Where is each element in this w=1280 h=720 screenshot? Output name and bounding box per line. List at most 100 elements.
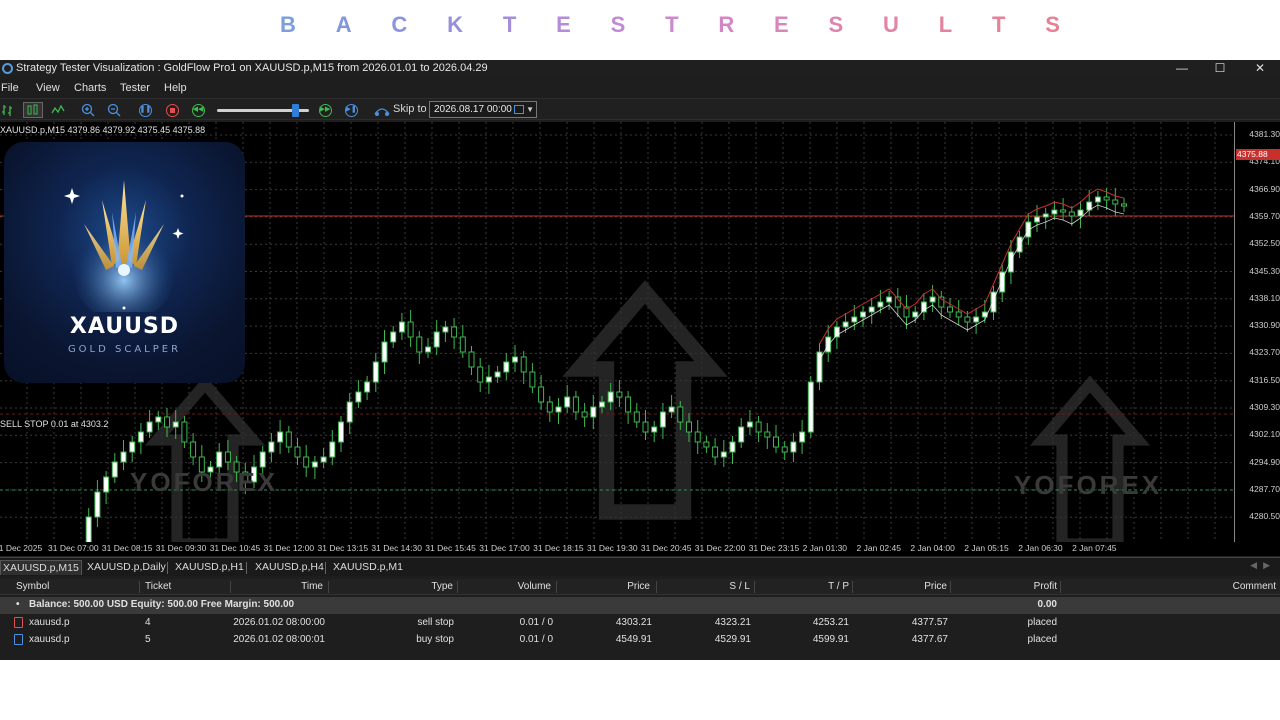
col-price[interactable]: Price [627,581,650,592]
fast-forward-icon[interactable]: ▶▶ [317,102,333,118]
menu-file[interactable]: File [1,82,19,94]
candle-body [1042,213,1049,218]
line-chart-icon[interactable] [50,102,66,118]
banner-letter: E [774,12,789,37]
banner-letter: T [665,12,679,37]
cell-symbol: xauusd.p [29,617,70,628]
bar-chart-icon[interactable] [0,102,16,118]
menu-charts[interactable]: Charts [74,82,106,94]
candle-body [973,316,980,323]
cell-tp: 4253.21 [812,617,849,628]
banner-letter: B [280,12,296,37]
candle-body [746,421,753,428]
time-tick-label: 2 Jan 02:45 [856,543,901,553]
rewind-icon[interactable]: ◀◀ [190,102,206,118]
tab-scroll-arrows[interactable]: ◀▶ [1250,560,1276,571]
col-volume[interactable]: Volume [518,581,551,592]
candle-body [729,441,736,453]
tab-h4[interactable]: XAUUSD.p,H4 [253,560,326,575]
candle-body [955,311,962,318]
col-divider [852,581,853,593]
menu-tester[interactable]: Tester [120,82,150,94]
banner: BACKTESTRESULTS [0,0,1280,60]
col-tp[interactable]: T / P [828,581,849,592]
col-current-price[interactable]: Price [924,581,947,592]
candle-body [451,326,458,338]
candle-body [468,351,475,368]
zoom-out-icon[interactable] [106,102,122,118]
candle-body [224,451,231,463]
cell-time: 2026.01.02 08:00:01 [233,634,325,645]
candle-body [390,331,397,343]
chevron-down-icon[interactable]: ▼ [526,102,534,117]
col-divider [1060,581,1061,593]
time-tick-label: 31 Dec 19:30 [587,543,638,553]
candle-body [538,386,545,403]
candle-body [120,451,127,463]
tab-daily[interactable]: XAUUSD.p,Daily [85,560,168,575]
skip-to-date-field[interactable]: 2026.08.17 00:00 ▼ [429,101,537,118]
candle-body [1051,209,1058,215]
candle-body [181,421,188,443]
price-tick-label: 4330.90 [1249,320,1280,331]
candle-body [338,421,344,443]
stop-icon[interactable] [164,102,180,118]
time-tick-label: 31 Dec 07:00 [48,543,99,553]
candle-body [277,431,284,443]
time-tick-label: 2 Jan 05:15 [964,543,1009,553]
price-axis[interactable]: 4381.30 4374.10 4366.90 4359.70 4352.50 4345.… [1234,122,1280,542]
candle-body [546,401,553,413]
candle-body [651,426,658,433]
candle-body [564,396,571,408]
candlestick-icon[interactable] [23,102,43,118]
calendar-icon[interactable] [514,105,524,114]
bullet-icon: • [16,599,20,610]
menu-view[interactable]: View [36,82,60,94]
balance-row[interactable]: • Balance: 500.00 USD Equity: 500.00 Fre… [0,597,1280,614]
skip-to-icon[interactable] [372,102,392,118]
candle-body [129,441,136,453]
candle-body [503,361,510,373]
col-time[interactable]: Time [301,581,323,592]
zoom-in-icon[interactable] [80,102,96,118]
candle-body [512,356,518,363]
time-tick-label: 2 Jan 07:45 [1072,543,1117,553]
cell-type: sell stop [417,617,454,628]
table-row[interactable]: xauusd.p 4 2026.01.02 08:00:00 sell stop… [0,614,1280,631]
candle-body [433,331,440,348]
speed-slider-thumb[interactable] [292,104,300,117]
col-profit[interactable]: Profit [1034,581,1057,592]
tab-divider [246,562,247,574]
tab-m15[interactable]: XAUUSD.p,M15 [0,560,82,575]
tab-m1[interactable]: XAUUSD.p,M1 [331,560,405,575]
price-tick-label: 4338.10 [1249,292,1280,303]
time-axis[interactable]: 31 Dec 202531 Dec 07:0031 Dec 08:1531 De… [0,542,1280,556]
candle-body [155,416,162,423]
col-type[interactable]: Type [431,581,453,592]
watermark-right: YOFOREX [1014,470,1163,500]
close-button[interactable]: ✕ [1240,60,1280,77]
col-ticket[interactable]: Ticket [145,581,171,592]
gold-crown-logo-icon [64,180,184,312]
maximize-button[interactable]: ☐ [1200,60,1240,77]
candle-body [668,406,675,413]
candle-body [572,396,579,413]
cell-profit: placed [1027,634,1057,645]
buy-order-icon [14,634,23,645]
tab-h1[interactable]: XAUUSD.p,H1 [173,560,246,575]
candle-body [268,441,275,453]
col-sl[interactable]: S / L [729,581,750,592]
step-forward-icon[interactable]: ▶❚ [343,102,359,118]
menu-help[interactable]: Help [164,82,187,94]
candle-body [172,421,179,428]
candle-body [912,311,919,318]
col-symbol[interactable]: Symbol [16,581,49,592]
minimize-button[interactable]: — [1162,60,1202,77]
candle-body [416,336,423,353]
table-row[interactable]: xauusd.p 5 2026.01.02 08:00:01 buy stop … [0,631,1280,648]
candle-body [137,431,144,443]
price-tick-label: 4345.30 [1249,265,1280,276]
title-bar: Strategy Tester Visualization : GoldFlow… [0,60,1280,77]
pause-icon[interactable]: ❚❚ [137,102,153,118]
col-comment[interactable]: Comment [1233,581,1276,592]
